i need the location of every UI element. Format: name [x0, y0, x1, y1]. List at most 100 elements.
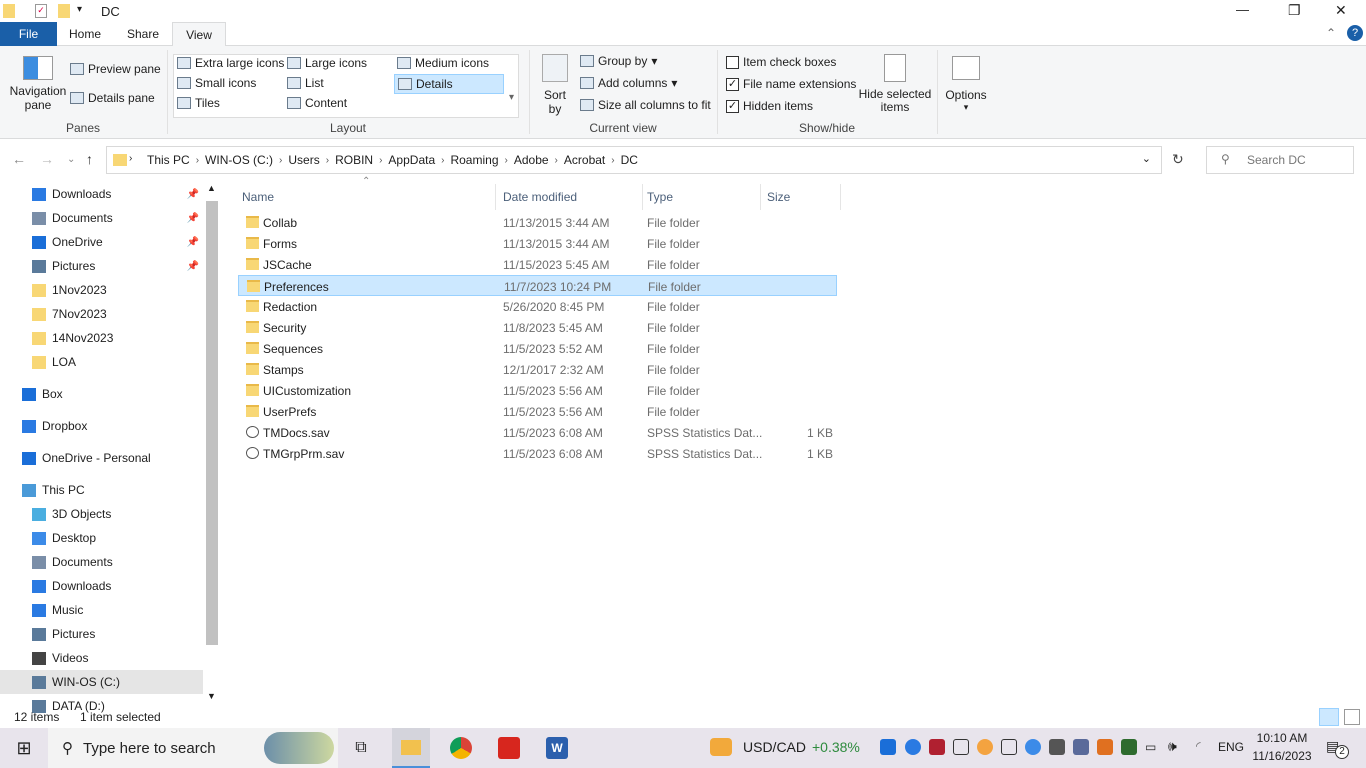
sidebar-item-pictures[interactable]: Pictures 📌: [0, 254, 203, 278]
word-taskbar-button[interactable]: W: [538, 728, 576, 768]
file-row[interactable]: Collab 11/13/2015 3:44 AM File folder: [238, 212, 837, 233]
help-icon[interactable]: ?: [1347, 25, 1363, 41]
checkbox-checked[interactable]: ✓: [726, 77, 739, 91]
breadcrumb-item[interactable]: Roaming: [444, 153, 504, 167]
sidebar-item-dropbox[interactable]: Dropbox: [0, 414, 203, 438]
gallery-expand-icon[interactable]: ▾: [509, 92, 514, 103]
tab-view[interactable]: View: [172, 22, 226, 47]
box-tray-icon[interactable]: [880, 739, 896, 755]
column-header-size[interactable]: Size: [763, 184, 841, 210]
file-row[interactable]: TMGrpPrm.sav 11/5/2023 6:08 AM SPSS Statis…: [238, 443, 837, 464]
customize-toolbar-icon[interactable]: ▾: [77, 4, 82, 15]
refresh-button[interactable]: ↻: [1172, 151, 1184, 168]
hidden-items-toggle[interactable]: ✓ Hidden items: [726, 99, 813, 113]
camera-icon[interactable]: [1001, 739, 1017, 755]
layout-content[interactable]: Content: [287, 96, 347, 110]
layout-details[interactable]: Details: [394, 74, 504, 94]
sidebar-item-music[interactable]: Music: [0, 598, 203, 622]
file-row[interactable]: Security 11/8/2023 5:45 AM File folder: [238, 317, 837, 338]
pin-icon[interactable]: 📌: [187, 213, 199, 224]
language-indicator[interactable]: ENG: [1218, 740, 1244, 754]
layout-large-icons[interactable]: Large icons: [287, 56, 367, 70]
layout-list[interactable]: List: [287, 76, 324, 90]
breadcrumb-item[interactable]: This PC: [141, 153, 196, 167]
file-row[interactable]: UserPrefs 11/5/2023 5:56 AM File folder: [238, 401, 837, 422]
wifi-icon[interactable]: ◜: [1196, 739, 1201, 753]
tray-app-icon[interactable]: [1049, 739, 1065, 755]
sidebar-item-3d-objects[interactable]: 3D Objects: [0, 502, 203, 526]
maximize-button[interactable]: ❐: [1288, 2, 1301, 19]
file-row[interactable]: Sequences 11/5/2023 5:52 AM File folder: [238, 338, 837, 359]
layout-extra-large-icons[interactable]: Extra large icons: [177, 56, 284, 70]
scroll-thumb[interactable]: [206, 201, 218, 645]
recent-locations-button[interactable]: ⌄: [67, 154, 75, 165]
ticker-symbol[interactable]: USD/CAD: [743, 739, 806, 755]
column-header-type[interactable]: Type: [643, 184, 761, 210]
navigation-pane-button[interactable]: Navigation pane: [8, 50, 68, 112]
file-row[interactable]: UICustomization 11/5/2023 5:56 AM File fol…: [238, 380, 837, 401]
nav-scrollbar[interactable]: ▲ ▼: [204, 183, 220, 705]
battery-icon[interactable]: ▭: [1145, 740, 1156, 754]
sidebar-item-this-pc[interactable]: This PC: [0, 478, 203, 502]
breadcrumb-item[interactable]: ROBIN: [329, 153, 379, 167]
file-row[interactable]: JSCache 11/15/2023 5:45 AM File folder: [238, 254, 837, 275]
sync-icon[interactable]: [1025, 739, 1041, 755]
sidebar-item-onedrive-personal[interactable]: OneDrive - Personal: [0, 446, 203, 470]
sidebar-item-downloads[interactable]: Downloads: [0, 574, 203, 598]
checkbox[interactable]: [726, 55, 739, 69]
sidebar-item-win-os-c[interactable]: WIN-OS (C:): [0, 670, 203, 694]
new-folder-icon[interactable]: [58, 4, 70, 18]
collapse-ribbon-icon[interactable]: ⌃: [1326, 26, 1336, 40]
preview-pane-button[interactable]: Preview pane: [70, 62, 161, 76]
clock-time[interactable]: 10:10 AM: [1254, 731, 1310, 745]
group-by-button[interactable]: Group by ▾: [580, 54, 657, 68]
hide-selected-items-button[interactable]: Hide selected items: [858, 54, 932, 114]
column-header-name[interactable]: Name: [238, 184, 496, 210]
options-button[interactable]: Options ▾: [942, 56, 990, 113]
taskbar-search[interactable]: ⚲ Type here to search: [48, 728, 338, 768]
search-input[interactable]: ⚲ Search DC: [1206, 146, 1354, 174]
pin-icon[interactable]: 📌: [187, 189, 199, 200]
close-button[interactable]: ✕: [1335, 2, 1347, 19]
address-bar[interactable]: › This PC › WIN-OS (C:) › Users › ROBIN › AppDat…: [106, 146, 1162, 174]
file-row[interactable]: Forms 11/13/2015 3:44 AM File folder: [238, 233, 837, 254]
file-row[interactable]: Redaction 5/26/2020 8:45 PM File folder: [238, 296, 837, 317]
layout-tiles[interactable]: Tiles: [177, 96, 220, 110]
breadcrumb-item[interactable]: AppData: [382, 153, 441, 167]
size-all-columns-button[interactable]: Size all columns to fit: [580, 98, 711, 112]
pin-icon[interactable]: 📌: [187, 237, 199, 248]
task-view-button[interactable]: ⧉: [344, 728, 378, 768]
address-dropdown-icon[interactable]: ⌄: [1142, 152, 1151, 165]
volume-icon[interactable]: 🕪: [1168, 738, 1177, 755]
bluetooth-icon[interactable]: [905, 739, 921, 755]
up-button[interactable]: ↑: [86, 151, 93, 167]
java-icon[interactable]: [1097, 739, 1113, 755]
layout-small-icons[interactable]: Small icons: [177, 76, 256, 90]
scroll-up-icon[interactable]: ▲: [207, 183, 216, 193]
large-icons-view-button[interactable]: [1344, 709, 1360, 725]
sidebar-item-14nov2023[interactable]: 14Nov2023: [0, 326, 203, 350]
display-icon[interactable]: [1073, 739, 1089, 755]
details-pane-button[interactable]: Details pane: [70, 91, 155, 105]
sidebar-item-pictures[interactable]: Pictures: [0, 622, 203, 646]
tab-home[interactable]: Home: [62, 22, 108, 46]
file-row[interactable]: TMDocs.sav 11/5/2023 6:08 AM SPSS Statisti…: [238, 422, 837, 443]
ticker-change[interactable]: +0.38%: [812, 739, 860, 755]
scroll-down-icon[interactable]: ▼: [207, 691, 216, 701]
breadcrumb-item[interactable]: DC: [615, 153, 644, 167]
sidebar-item-videos[interactable]: Videos: [0, 646, 203, 670]
tab-share[interactable]: Share: [120, 22, 166, 46]
details-view-button[interactable]: [1319, 708, 1339, 726]
breadcrumb-item[interactable]: WIN-OS (C:): [199, 153, 279, 167]
sidebar-item-7nov2023[interactable]: 7Nov2023: [0, 302, 203, 326]
forward-button[interactable]: →: [40, 151, 54, 167]
weather-widget-icon[interactable]: [710, 738, 732, 756]
pin-icon[interactable]: 📌: [187, 261, 199, 272]
properties-icon[interactable]: ✓: [35, 4, 47, 18]
item-check-boxes-toggle[interactable]: Item check boxes: [726, 55, 836, 69]
file-row[interactable]: Stamps 12/1/2017 2:32 AM File folder: [238, 359, 837, 380]
nvidia-icon[interactable]: [1121, 739, 1137, 755]
add-columns-button[interactable]: Add columns ▾: [580, 76, 677, 90]
breadcrumb-item[interactable]: Acrobat: [558, 153, 611, 167]
chrome-taskbar-button[interactable]: [442, 728, 480, 768]
